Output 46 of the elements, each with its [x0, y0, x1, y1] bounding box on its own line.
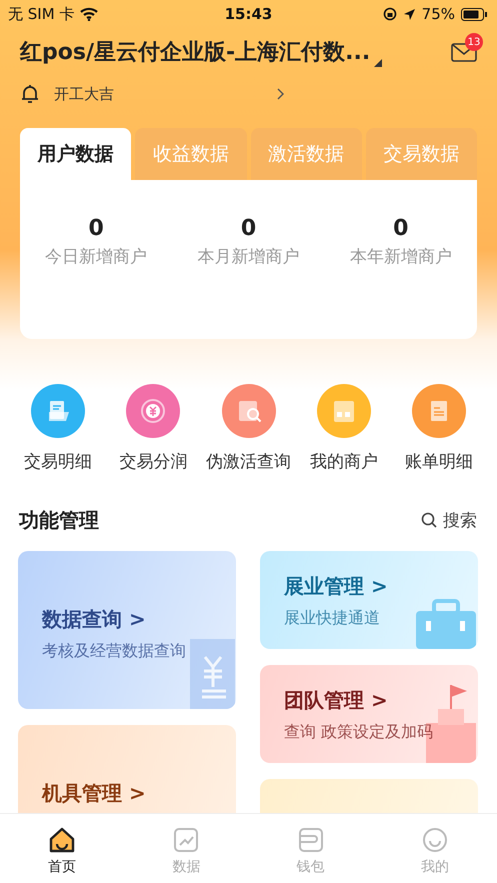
- shortcut-label[interactable]: 交易分润: [119, 450, 188, 473]
- battery-icon: [461, 8, 487, 20]
- smiley-icon: [420, 826, 449, 854]
- shortcut-label[interactable]: 我的商户: [310, 450, 378, 473]
- shortcut-label[interactable]: 交易明细: [24, 450, 92, 473]
- wifi-icon: [80, 7, 98, 21]
- card-subtitle: 展业快捷通道: [284, 608, 381, 629]
- stat-label: 本年新增商户: [350, 246, 452, 268]
- search-icon: [421, 512, 437, 528]
- unread-badge: 13: [465, 33, 483, 51]
- bill-icon[interactable]: [412, 384, 466, 438]
- stat-label: 今日新增商户: [45, 246, 148, 268]
- notice-text[interactable]: 开工大吉: [54, 84, 263, 104]
- clock-time: 15:43: [224, 5, 272, 23]
- stat-label: 本月新增商户: [197, 246, 300, 268]
- card-title: 数据查询 >: [42, 606, 147, 633]
- shortcut-label[interactable]: 账单明细: [405, 450, 473, 473]
- stat-value: 0: [393, 216, 408, 241]
- carrier-text: 无 SIM 卡: [8, 4, 74, 24]
- card-subtitle: 考核及经营数据查询: [42, 641, 187, 662]
- stat-value: 0: [88, 216, 104, 241]
- feature-card[interactable]: 展业管理 > 展业快捷通道: [260, 551, 478, 649]
- tab-bar-item[interactable]: 首页: [0, 814, 124, 883]
- data-tab[interactable]: 用户数据: [20, 128, 132, 180]
- chevron-right-icon[interactable]: [277, 88, 285, 100]
- shop-search-icon[interactable]: [222, 384, 276, 438]
- card-title: 团队管理 >: [284, 687, 389, 714]
- stat-value: 0: [240, 216, 256, 241]
- document-icon[interactable]: [31, 384, 85, 438]
- feature-card[interactable]: 团队管理 > 查询 政策设定及加码: [260, 665, 478, 763]
- shortcut-label[interactable]: 伪激活查询: [206, 450, 291, 473]
- rotation-lock-icon: [382, 7, 397, 21]
- section-title: 功能管理: [19, 506, 99, 534]
- card-title: 机具管理 >: [42, 780, 147, 807]
- location-arrow-icon: [402, 8, 416, 20]
- battery-percent: 75%: [422, 5, 455, 23]
- briefcase-icon: [414, 599, 478, 649]
- feature-card[interactable]: 机具管理 >: [18, 725, 236, 813]
- dropdown-caret-icon: [374, 59, 382, 67]
- card-title: 展业管理 >: [284, 573, 389, 600]
- search-button[interactable]: 搜索: [421, 508, 477, 532]
- feature-card[interactable]: 数据查询 > 考核及经营数据查询: [18, 551, 236, 709]
- home-icon: [48, 826, 76, 854]
- bell-icon: [20, 84, 40, 104]
- card-subtitle: 查询 政策设定及加码: [284, 722, 434, 743]
- wallet-icon: [296, 826, 325, 854]
